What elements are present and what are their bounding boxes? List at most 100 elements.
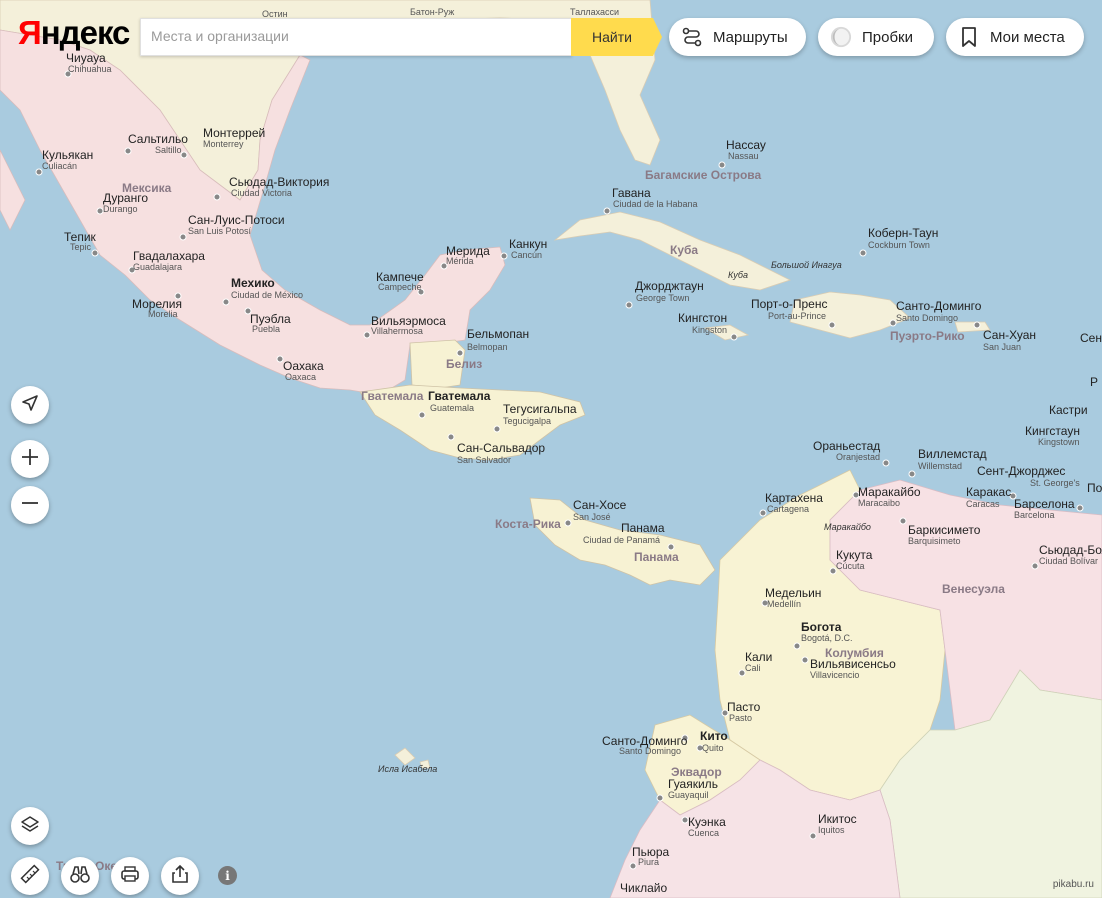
label-willemstad-sub: Willemstad	[918, 461, 962, 471]
label-havana-sub: Ciudad de la Habana	[613, 199, 698, 209]
label-morelia-sub: Morelia	[148, 309, 178, 319]
label-port-au-prince: Порт-о-Пренс	[751, 297, 827, 311]
zoom-out-button[interactable]	[11, 486, 49, 524]
map-canvas[interactable]: Остин Батон-Руж Таллахасси Чиуауа Chihua…	[0, 0, 1102, 898]
label-nassau-sub: Nassau	[728, 151, 759, 161]
ruler-icon	[19, 863, 41, 890]
label-santo-domingo-ec-sub: Santo Domingo	[619, 746, 681, 756]
label-guatemala-city-sub: Guatemala	[430, 403, 474, 413]
label-country-costa-rica: Коста-Рика	[495, 517, 561, 531]
label-tepic-sub: Tepic	[70, 242, 92, 252]
label-maracaibo: Маракайбо	[858, 485, 921, 499]
label-st-georges-sub: St. George's	[1030, 478, 1080, 488]
label-bolivar-sub: Ciudad Bolívar	[1039, 556, 1098, 566]
label-barquisimeto: Баркисимето	[908, 523, 981, 537]
search-button[interactable]: Найти	[571, 18, 662, 56]
label-culiacan: Кульякан	[42, 148, 93, 162]
panorama-button[interactable]	[61, 857, 99, 895]
label-panama-city-sub: Ciudad de Panamá	[583, 535, 660, 545]
my-places-button[interactable]: Мои места	[946, 18, 1084, 56]
label-san-juan-sub: San Juan	[983, 342, 1021, 352]
traffic-button[interactable]: Пробки	[818, 18, 934, 56]
navigation-arrow-icon	[20, 393, 40, 418]
label-guadalajara: Гвадалахара	[133, 249, 205, 263]
label-san-salvador: Сан-Сальвадор	[457, 441, 545, 455]
label-culiacan-sub: Culiacán	[42, 161, 77, 171]
label-oranjestad: Ораньестад	[813, 439, 880, 453]
label-victoria-sub: Ciudad Victoria	[231, 188, 292, 198]
label-piura-sub: Piura	[638, 857, 659, 867]
label-isabela: Исла Исабела	[378, 764, 437, 774]
label-tegucigalpa: Тегусигальпа	[503, 402, 577, 416]
label-cuenca-sub: Cuenca	[688, 828, 719, 838]
label-country-puerto-rico: Пуэрто-Рико	[890, 329, 965, 343]
label-guayaquil-sub: Guayaquil	[668, 790, 709, 800]
label-villavicencio-sub: Villavicencio	[810, 670, 859, 680]
label-santo-domingo-sub: Santo Domingo	[896, 313, 958, 323]
traffic-icon	[830, 26, 852, 48]
label-country-guatemala: Гватемала	[361, 389, 424, 403]
label-lake-maracaibo: Маракайбо	[824, 522, 871, 532]
label-caracas-sub: Caracas	[966, 499, 1000, 509]
label-caracas: Каракас	[966, 485, 1011, 499]
label-medellin: Медельин	[765, 586, 821, 600]
label-tallahassee: Таллахасси	[570, 7, 619, 17]
label-george-town-sub: George Town	[636, 293, 689, 303]
printer-icon	[119, 863, 141, 890]
label-guayaquil: Гуаякиль	[668, 777, 718, 791]
ruler-button[interactable]	[11, 857, 49, 895]
label-chihuahua: Чиуауа	[66, 51, 106, 65]
label-oaxaca-sub: Oaxaca	[285, 372, 316, 382]
traffic-label: Пробки	[862, 28, 913, 46]
label-baton-rouge: Батон-Руж	[410, 7, 454, 17]
label-bolivar: Сьюдад-Боли	[1039, 543, 1102, 557]
label-chiclayo: Чиклайо	[620, 881, 667, 895]
label-cartagena-sub: Cartagena	[767, 504, 809, 514]
geolocation-button[interactable]	[11, 386, 49, 424]
label-monterrey: Монтеррей	[203, 126, 265, 140]
label-durango: Дуранго	[103, 191, 148, 205]
label-country-panama: Панама	[634, 550, 679, 564]
search-box	[140, 18, 572, 56]
label-cockburn: Коберн-Таун	[868, 226, 938, 240]
label-guatemala-city: Гватемала	[428, 389, 491, 403]
binoculars-icon	[69, 863, 91, 890]
label-great-inagua: Большой Инагуа	[771, 260, 842, 270]
label-cucuta-sub: Cúcuta	[836, 561, 865, 571]
label-tegucigalpa-sub: Tegucigalpa	[503, 416, 551, 426]
layers-icon	[20, 814, 40, 839]
label-sen-partial: Сен	[1080, 331, 1102, 345]
label-quito: Кито	[700, 729, 728, 743]
layers-button[interactable]	[11, 807, 49, 845]
label-oranjestad-sub: Oranjestad	[836, 452, 880, 462]
label-puebla-sub: Puebla	[252, 324, 280, 334]
label-nassau: Нассау	[726, 138, 766, 152]
label-saltillo-sub: Saltillo	[155, 145, 182, 155]
label-bogota-sub: Bogotá, D.C.	[801, 633, 853, 643]
label-cockburn-sub: Cockburn Town	[868, 240, 930, 250]
label-kingstown-sub: Kingstown	[1038, 437, 1080, 447]
label-cartagena: Картахена	[765, 491, 823, 505]
label-slp: Сан-Луис-Потоси	[188, 213, 285, 227]
label-medellin-sub: Medellín	[767, 599, 801, 609]
label-villahermosa-sub: Villahermosa	[371, 326, 423, 336]
label-r-partial: Р	[1090, 375, 1098, 389]
info-icon[interactable]: i	[218, 866, 237, 885]
routes-button[interactable]: Маршруты	[669, 18, 806, 56]
my-places-label: Мои места	[990, 28, 1065, 46]
yandex-logo[interactable]: Яндекс	[18, 14, 131, 52]
label-country-venezuela: Венесуэла	[942, 582, 1005, 596]
label-mexico-city-sub: Ciudad de México	[231, 290, 303, 300]
print-button[interactable]	[111, 857, 149, 895]
label-bogota: Богота	[801, 620, 842, 634]
search-input[interactable]	[141, 19, 571, 53]
label-merida-sub: Mérida	[446, 256, 474, 266]
share-button[interactable]	[161, 857, 199, 895]
label-villavicencio: Вильявисенсьо	[810, 657, 896, 671]
label-quito-sub: Quito	[702, 743, 724, 753]
logo-rest: ндекс	[40, 14, 131, 51]
label-belmopan-sub: Belmopan	[467, 342, 508, 352]
label-cuenca: Куэнка	[688, 815, 726, 829]
label-country-belize: Белиз	[446, 357, 482, 371]
zoom-in-button[interactable]	[11, 440, 49, 478]
